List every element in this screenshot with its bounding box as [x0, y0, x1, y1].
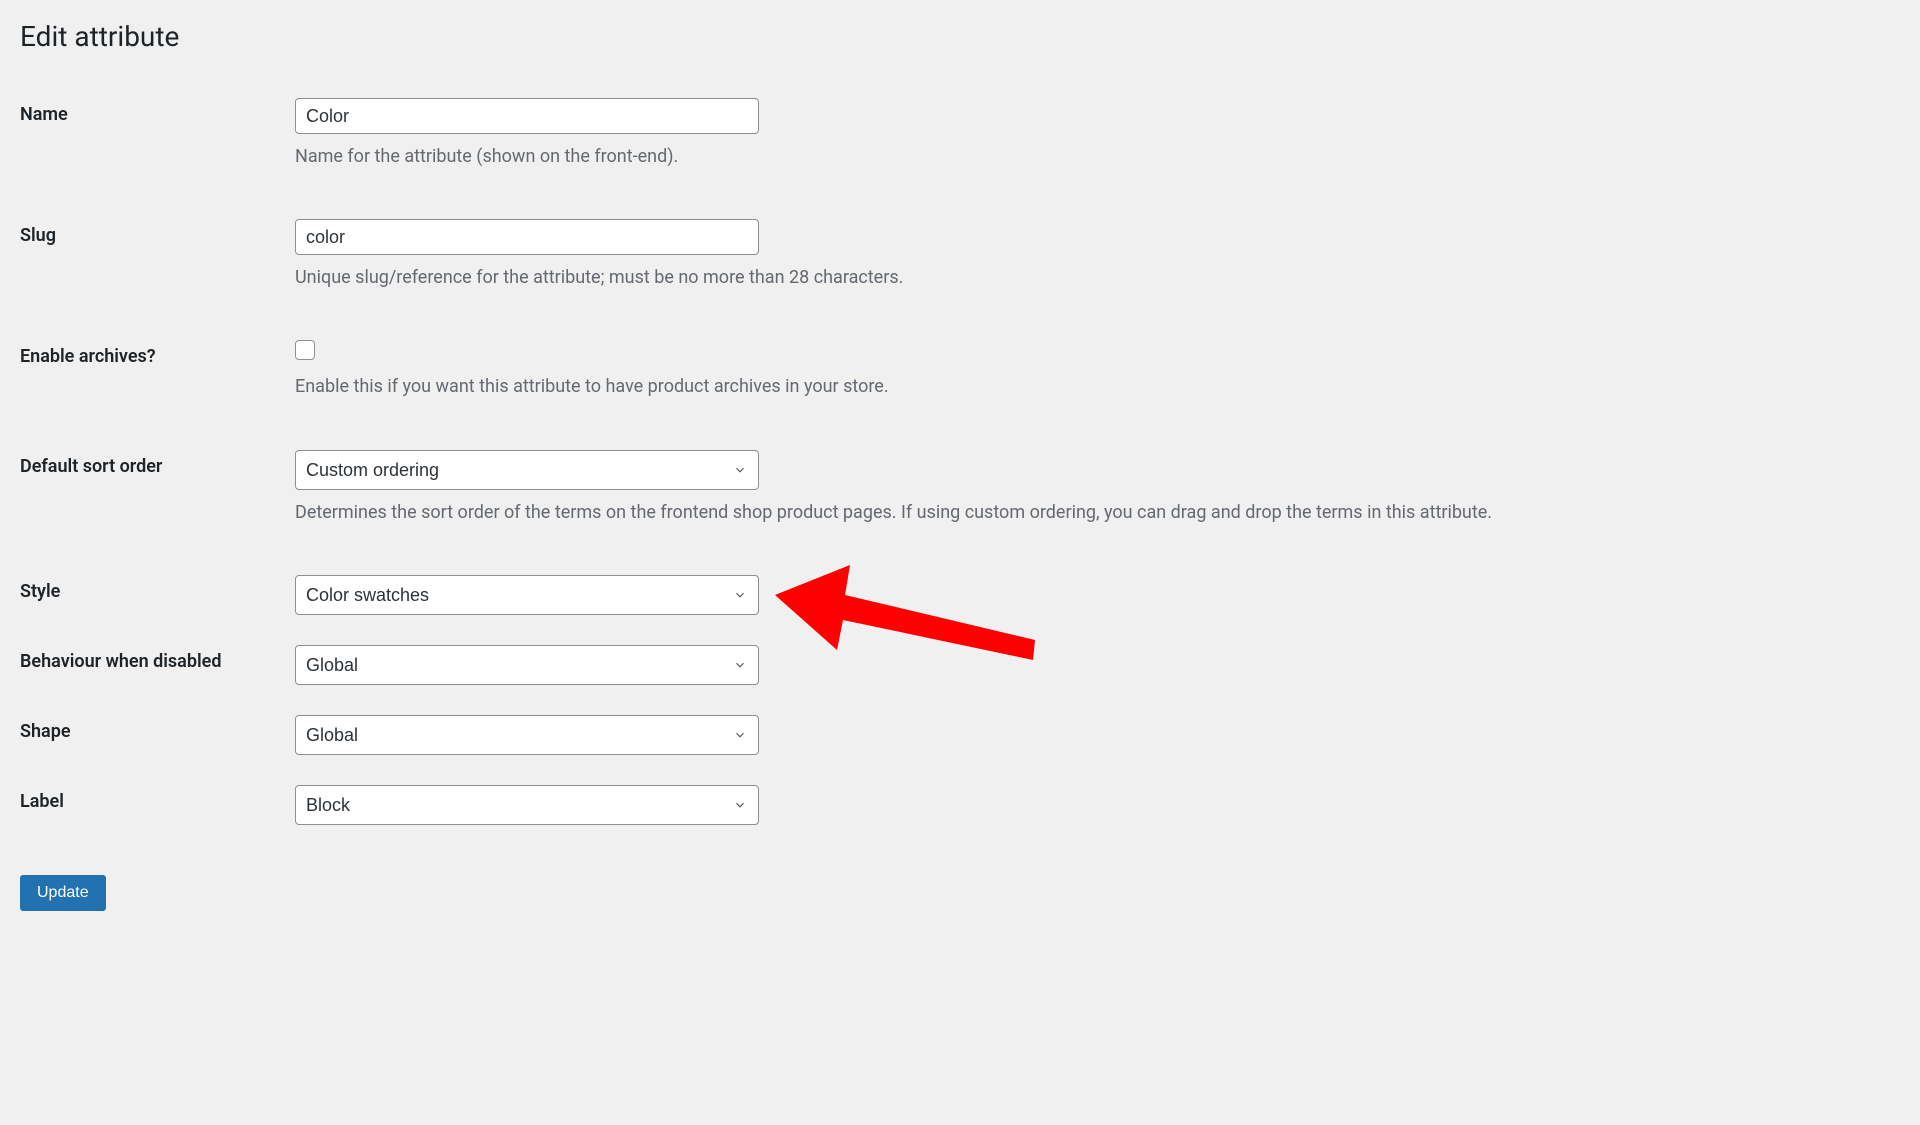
style-row: Style Color swatches: [20, 575, 1900, 615]
behaviour-disabled-row: Behaviour when disabled Global: [20, 645, 1900, 685]
default-sort-order-help: Determines the sort order of the terms o…: [295, 500, 1900, 525]
style-label: Style: [20, 581, 60, 602]
default-sort-order-label: Default sort order: [20, 456, 162, 477]
name-input[interactable]: [295, 98, 759, 134]
page-title: Edit attribute: [20, 20, 1900, 53]
behaviour-disabled-select[interactable]: Global: [295, 645, 759, 685]
name-help: Name for the attribute (shown on the fro…: [295, 144, 1900, 169]
behaviour-disabled-label: Behaviour when disabled: [20, 651, 221, 672]
enable-archives-row: Enable archives? Enable this if you want…: [20, 340, 1900, 399]
name-label: Name: [20, 104, 68, 125]
slug-input[interactable]: [295, 219, 759, 255]
default-sort-order-select[interactable]: Custom ordering: [295, 450, 759, 490]
enable-archives-help: Enable this if you want this attribute t…: [295, 374, 1900, 399]
enable-archives-label: Enable archives?: [20, 346, 156, 367]
default-sort-order-row: Default sort order Custom ordering Deter…: [20, 450, 1900, 525]
name-row: Name Name for the attribute (shown on th…: [20, 98, 1900, 169]
label-field-row: Label Block: [20, 785, 1900, 825]
shape-select[interactable]: Global: [295, 715, 759, 755]
label-field-label: Label: [20, 791, 64, 812]
slug-row: Slug Unique slug/reference for the attri…: [20, 219, 1900, 290]
enable-archives-checkbox[interactable]: [295, 340, 315, 360]
style-select[interactable]: Color swatches: [295, 575, 759, 615]
update-button[interactable]: Update: [20, 875, 106, 911]
slug-label: Slug: [20, 225, 56, 246]
slug-help: Unique slug/reference for the attribute;…: [295, 265, 1900, 290]
shape-row: Shape Global: [20, 715, 1900, 755]
label-field-select[interactable]: Block: [295, 785, 759, 825]
shape-label: Shape: [20, 721, 71, 742]
